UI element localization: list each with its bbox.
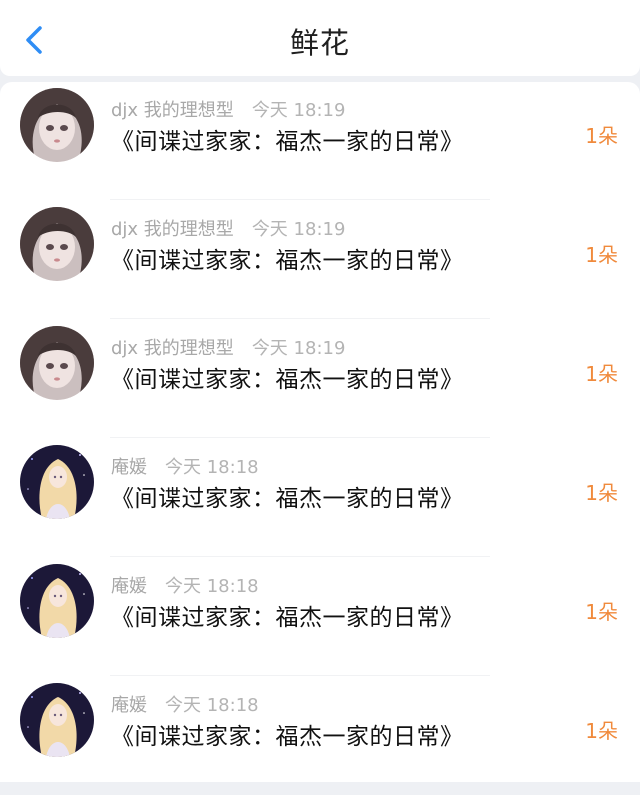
username[interactable]: 庵媛 (111, 695, 147, 716)
flower-count: 1朵 (585, 124, 618, 148)
record-meta: djx 我的理想型 今天 18:19 (111, 215, 345, 241)
avatar[interactable] (20, 683, 94, 757)
timestamp: 今天 18:19 (251, 100, 346, 121)
blonde-girl-avatar-icon (20, 445, 94, 519)
book-title[interactable]: 《间谍过家家：福杰一家的日常》 (111, 717, 464, 751)
book-title[interactable]: 《间谍过家家：福杰一家的日常》 (111, 360, 464, 394)
book-title[interactable]: 《间谍过家家：福杰一家的日常》 (111, 479, 464, 513)
timestamp: 今天 18:19 (251, 338, 346, 359)
top-nav-bar: 鲜花 (0, 0, 640, 76)
list-item[interactable]: djx 我的理想型 今天 18:19 《间谍过家家：福杰一家的日常》 1朵 (0, 82, 640, 200)
list-item[interactable]: 庵媛 今天 18:18 《间谍过家家：福杰一家的日常》 1朵 (0, 558, 640, 676)
avatar[interactable] (20, 445, 94, 519)
divider (110, 556, 490, 557)
blonde-girl-avatar-icon (20, 683, 94, 757)
list-item[interactable]: djx 我的理想型 今天 18:19 《间谍过家家：福杰一家的日常》 1朵 (0, 320, 640, 438)
avatar[interactable] (20, 88, 94, 162)
flower-count: 1朵 (585, 481, 618, 505)
divider (110, 318, 490, 319)
username[interactable]: djx 我的理想型 (111, 100, 234, 121)
flower-count: 1朵 (585, 600, 618, 624)
timestamp: 今天 18:19 (251, 219, 346, 240)
book-title[interactable]: 《间谍过家家：福杰一家的日常》 (111, 241, 464, 275)
book-title[interactable]: 《间谍过家家：福杰一家的日常》 (111, 598, 464, 632)
girl-portrait-avatar-icon (20, 88, 94, 162)
divider (110, 437, 490, 438)
username[interactable]: 庵媛 (111, 576, 147, 597)
timestamp: 今天 18:18 (165, 576, 259, 597)
list-item[interactable]: 庵媛 今天 18:18 《间谍过家家：福杰一家的日常》 1朵 (0, 677, 640, 795)
page-title: 鲜花 (289, 26, 350, 60)
flower-count: 1朵 (585, 362, 618, 386)
avatar[interactable] (20, 564, 94, 638)
timestamp: 今天 18:18 (165, 457, 259, 478)
girl-portrait-avatar-icon (20, 326, 94, 400)
flower-count: 1朵 (585, 719, 618, 743)
record-meta: 庵媛 今天 18:18 (111, 572, 259, 598)
list-item[interactable]: 庵媛 今天 18:18 《间谍过家家：福杰一家的日常》 1朵 (0, 439, 640, 557)
username[interactable]: djx 我的理想型 (111, 219, 234, 240)
book-title[interactable]: 《间谍过家家：福杰一家的日常》 (111, 122, 464, 156)
timestamp: 今天 18:18 (165, 695, 259, 716)
flower-count: 1朵 (585, 243, 618, 267)
record-meta: djx 我的理想型 今天 18:19 (111, 96, 345, 122)
flower-record-list: djx 我的理想型 今天 18:19 《间谍过家家：福杰一家的日常》 1朵 djx… (0, 82, 640, 782)
record-meta: 庵媛 今天 18:18 (111, 453, 259, 479)
record-meta: 庵媛 今天 18:18 (111, 691, 259, 717)
girl-portrait-avatar-icon (20, 207, 94, 281)
username[interactable]: djx 我的理想型 (111, 338, 234, 359)
divider (110, 675, 490, 676)
avatar[interactable] (20, 326, 94, 400)
list-item[interactable]: djx 我的理想型 今天 18:19 《间谍过家家：福杰一家的日常》 1朵 (0, 201, 640, 319)
username[interactable]: 庵媛 (111, 457, 147, 478)
record-meta: djx 我的理想型 今天 18:19 (111, 334, 345, 360)
avatar[interactable] (20, 207, 94, 281)
blonde-girl-avatar-icon (20, 564, 94, 638)
divider (110, 199, 490, 200)
